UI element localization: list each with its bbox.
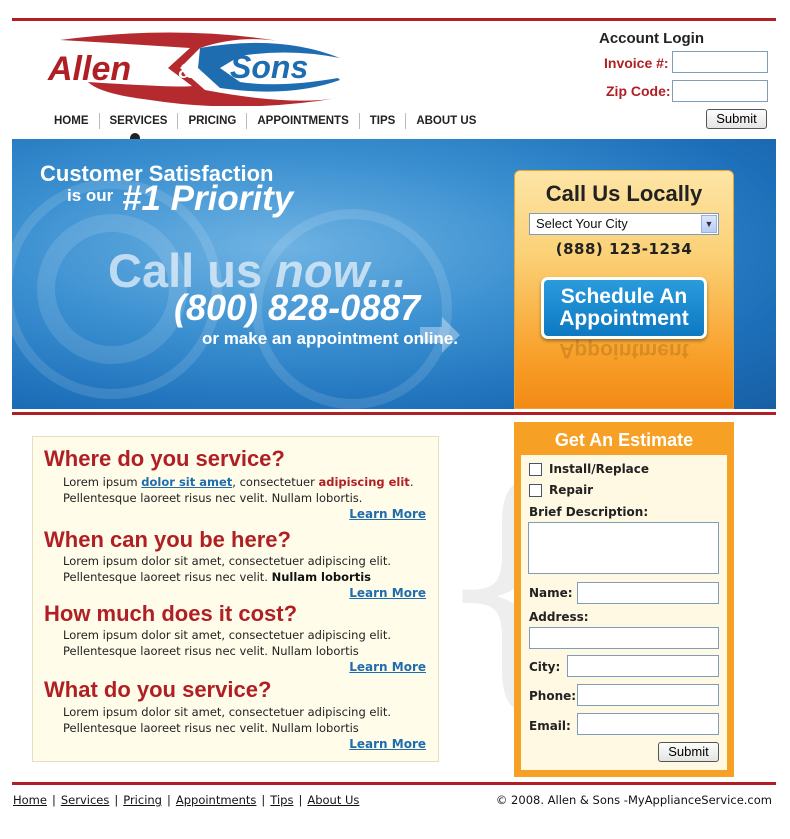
text-line: Pellentesque laoreet risus nec velit. Nu…: [63, 491, 363, 505]
invoice-input[interactable]: [672, 51, 768, 73]
banner-phone[interactable]: (800) 828-0887: [174, 287, 420, 329]
section-text: Lorem ipsum dolor sit amet, consectetuer…: [63, 474, 413, 506]
local-phone: (888) 123-1234: [555, 240, 693, 258]
arrow-right-icon: [420, 317, 460, 353]
repair-label: Repair: [549, 483, 594, 497]
invoice-label: Invoice #:: [604, 55, 669, 71]
zip-code-input[interactable]: [672, 80, 768, 102]
bold-text: Nullam lobortis: [271, 570, 371, 584]
text-fragment: .: [409, 475, 414, 489]
nav-services[interactable]: SERVICES: [100, 115, 178, 127]
call-locally-box: Call Us Locally Select Your City ▼ (888)…: [514, 170, 734, 409]
nav-pricing[interactable]: PRICING: [178, 115, 246, 127]
text-line: Pellentesque laoreet risus nec velit. Nu…: [63, 721, 359, 735]
estimate-title: Get An Estimate: [554, 430, 694, 450]
footer-separator: |: [261, 793, 266, 807]
install-replace-label: Install/Replace: [549, 462, 650, 476]
email-input[interactable]: [577, 713, 719, 735]
section-title: Where do you service?: [44, 446, 285, 471]
phone-label: Phone:: [529, 689, 577, 703]
description-textarea[interactable]: [528, 522, 719, 574]
schedule-appointment-button[interactable]: Schedule An Appointment: [541, 277, 707, 339]
inline-link[interactable]: dolor sit amet: [141, 475, 232, 489]
text-line: Pellentesque laoreet risus nec velit. Nu…: [63, 644, 359, 658]
logo[interactable]: Allen & Sons: [40, 28, 350, 107]
nav-appointments[interactable]: APPOINTMENTS: [247, 115, 358, 127]
section-text: Lorem ipsum dolor sit amet, consectetuer…: [63, 627, 391, 659]
zip-code-label: Zip Code:: [606, 83, 671, 99]
section-text: Lorem ipsum dolor sit amet, consectetuer…: [63, 704, 391, 736]
footer-separator: |: [166, 793, 171, 807]
footer-separator: |: [298, 793, 303, 807]
schedule-reflection-text: Appointment: [559, 339, 689, 362]
faq-box: Where do you service? Lorem ipsum dolor …: [32, 436, 439, 762]
copyright-text: © 2008. Allen & Sons -MyApplianceService…: [495, 793, 772, 807]
learn-more-link[interactable]: Learn More: [349, 737, 426, 751]
bottom-divider: [12, 782, 776, 785]
city-label: City:: [529, 660, 561, 674]
text-fragment: Pellentesque laoreet risus nec velit.: [63, 570, 272, 584]
footer-separator: |: [51, 793, 56, 807]
logo-text-amp: &: [178, 61, 192, 83]
nav-home[interactable]: HOME: [44, 115, 99, 127]
section-title: When can you be here?: [44, 527, 291, 552]
address-input[interactable]: [529, 627, 719, 649]
nav-about-us[interactable]: ABOUT US: [406, 115, 486, 127]
learn-more-link[interactable]: Learn More: [349, 507, 426, 521]
login-submit-button[interactable]: Submit: [706, 109, 767, 129]
schedule-button-reflection: Appointment: [541, 339, 707, 369]
city-select-value: Select Your City: [536, 216, 628, 231]
footer-link-pricing[interactable]: Pricing: [123, 793, 162, 807]
text-line: Lorem ipsum dolor sit amet, consectetuer…: [63, 628, 392, 642]
footer-link-services[interactable]: Services: [61, 793, 110, 807]
estimate-submit-button[interactable]: Submit: [658, 742, 719, 762]
logo-text-allen: Allen: [47, 50, 131, 88]
estimate-form: Get An Estimate Install/Replace Repair B…: [514, 422, 734, 777]
install-replace-checkbox[interactable]: [529, 463, 542, 476]
nav-tips[interactable]: TIPS: [360, 115, 406, 127]
text-fragment: , consectetuer: [232, 475, 319, 489]
top-divider: [12, 18, 776, 21]
phone-input[interactable]: [577, 684, 719, 706]
schedule-label-2: Appointment: [559, 307, 689, 330]
logo-graphic: Allen & Sons: [47, 32, 340, 107]
logo-text-sons: Sons: [230, 49, 308, 85]
estimate-form-body: Install/Replace Repair Brief Description…: [521, 455, 727, 770]
repair-checkbox[interactable]: [529, 484, 542, 497]
banner-priority: #1 Priority: [122, 179, 294, 218]
footer-link-appointments[interactable]: Appointments: [176, 793, 257, 807]
address-label: Address:: [529, 610, 589, 624]
footer-link-tips[interactable]: Tips: [270, 793, 293, 807]
account-login-title: Account Login: [599, 30, 704, 47]
highlight-text: adipiscing elit: [318, 475, 410, 489]
description-label: Brief Description:: [529, 505, 649, 519]
call-locally-title: Call Us Locally: [545, 181, 703, 206]
email-label: Email:: [529, 719, 571, 733]
learn-more-link[interactable]: Learn More: [349, 660, 426, 674]
section-text: Lorem ipsum dolor sit amet, consectetuer…: [63, 553, 391, 585]
text-line: Lorem ipsum dolor sit amet, consectetuer…: [63, 554, 392, 568]
chevron-down-icon[interactable]: ▼: [701, 215, 717, 233]
footer-separator: |: [114, 793, 119, 807]
footer-link-home[interactable]: Home: [13, 793, 47, 807]
footer-nav: Home | Services | Pricing | Appointments…: [13, 793, 359, 807]
text-fragment: Lorem ipsum: [63, 475, 142, 489]
section-title: What do you service?: [44, 677, 272, 702]
city-select[interactable]: Select Your City ▼: [529, 213, 719, 235]
footer-link-about-us[interactable]: About Us: [307, 793, 359, 807]
learn-more-link[interactable]: Learn More: [349, 586, 426, 600]
section-title: How much does it cost?: [44, 601, 298, 626]
main-nav: HOME SERVICES PRICING APPOINTMENTS TIPS …: [44, 112, 486, 130]
name-input[interactable]: [577, 582, 719, 604]
text-line: Lorem ipsum dolor sit amet, consectetuer…: [63, 705, 392, 719]
banner-headline-2: is our: [67, 186, 114, 205]
schedule-label-1: Schedule An: [560, 285, 688, 308]
mid-divider: [12, 412, 776, 415]
city-input[interactable]: [567, 655, 719, 677]
name-label: Name:: [529, 586, 573, 600]
